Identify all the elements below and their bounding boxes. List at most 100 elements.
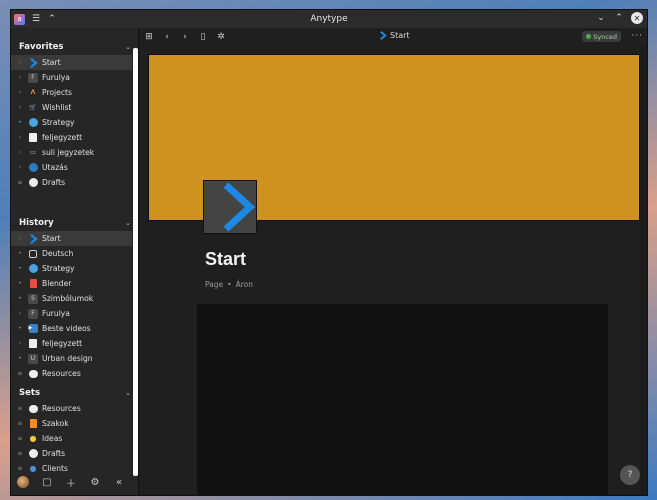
sidebar-item-start[interactable]: › Start — [11, 231, 132, 246]
filter-icon[interactable]: ≡ — [16, 450, 24, 457]
filter-icon[interactable]: ≡ — [16, 179, 24, 186]
page-icon[interactable] — [203, 180, 257, 234]
sidebar-item-szimbólumok[interactable]: • S Szimbólumok — [11, 291, 132, 306]
chevron-down-icon[interactable]: ⌄ — [125, 219, 131, 227]
filter-icon[interactable]: ≡ — [16, 420, 24, 427]
collapse-sidebar-icon[interactable]: « — [107, 477, 131, 488]
sidebar-item-deutsch[interactable]: • Deutsch — [11, 246, 132, 261]
sidebar-item-suli-jegyzetek[interactable]: › ▭ suli jegyzetek — [11, 145, 132, 160]
embed-block[interactable] — [197, 304, 608, 495]
sidebar-item-feljegyzett[interactable]: › feljegyzett — [11, 130, 132, 145]
status-label: Synced — [593, 32, 617, 41]
checkbox-icon — [28, 249, 38, 259]
close-icon[interactable]: ✕ — [631, 12, 643, 24]
dot-icon[interactable]: • — [16, 119, 24, 126]
chevron-right-icon[interactable]: › — [16, 235, 24, 242]
chat-icon — [28, 369, 38, 379]
filter-icon[interactable]: ≡ — [16, 370, 24, 377]
sidebar-item-furulya[interactable]: › F Furulya — [11, 70, 132, 85]
sidebar-item-drafts[interactable]: ≡ Drafts — [11, 175, 132, 190]
dot-icon[interactable]: • — [16, 265, 24, 272]
sidebar-item-beste-videos[interactable]: • ▶ Beste videos — [11, 321, 132, 336]
sidebar-item-drafts[interactable]: ≡ Drafts — [11, 446, 132, 461]
sidebar: Favorites ⌄ › Start › F Furulya › Λ Projects › 🛒 W… — [11, 28, 139, 495]
chevron-right-icon[interactable]: › — [16, 59, 24, 66]
cup-icon — [28, 279, 38, 289]
forward-arrow-icon[interactable]: › — [177, 32, 193, 42]
chevron-right-icon[interactable]: › — [16, 164, 24, 171]
filter-icon[interactable]: ≡ — [16, 435, 24, 442]
status-badge[interactable]: Synced — [582, 31, 621, 42]
minimize-chevron-icon[interactable]: ⌄ — [595, 12, 607, 24]
sidebar-item-resources[interactable]: ≡ Resources — [11, 366, 132, 381]
sidebar-item-label: Blender — [42, 279, 72, 288]
sidebar-item-label: suli jegyzetek — [42, 148, 95, 157]
sidebar-item-resources[interactable]: ≡ Resources — [11, 401, 132, 416]
favorites-header[interactable]: Favorites ⌄ — [19, 40, 131, 54]
history-header[interactable]: History ⌄ — [19, 216, 131, 230]
sidebar-item-label: Resources — [42, 369, 81, 378]
chevron-down-icon[interactable]: ⌄ — [125, 389, 131, 397]
graph-icon[interactable]: ✲ — [213, 32, 229, 42]
keep-above-icon[interactable]: ⌃ — [47, 14, 57, 24]
dot-icon[interactable]: • — [16, 325, 24, 332]
sidebar-item-urban-design[interactable]: • U Urban design — [11, 351, 132, 366]
page-author[interactable]: Áron — [236, 280, 253, 289]
sidebar-toggle-icon[interactable]: ▯ — [195, 32, 211, 42]
sidebar-item-strategy[interactable]: • Strategy — [11, 261, 132, 276]
breadcrumb[interactable]: Start — [379, 31, 410, 40]
dot-icon[interactable]: • — [16, 355, 24, 362]
letter-f-icon: F — [28, 72, 38, 83]
sidebar-item-label: Drafts — [42, 178, 66, 187]
chevron-down-icon[interactable]: ⌄ — [125, 43, 131, 51]
back-arrow-icon[interactable]: ‹ — [159, 32, 175, 42]
page-title[interactable]: Start — [205, 249, 246, 270]
chevron-right-icon[interactable]: › — [16, 149, 24, 156]
chevron-right-icon[interactable]: › — [16, 89, 24, 96]
sidebar-footer: ▢ ＋ ⚙ « — [11, 469, 139, 495]
help-button[interactable]: ? — [620, 465, 640, 485]
chevron-right-icon[interactable]: › — [16, 340, 24, 347]
sidebar-item-label: feljegyzett — [42, 133, 83, 142]
filter-icon[interactable]: ≡ — [16, 405, 24, 412]
sidebar-item-label: Urban design — [42, 354, 93, 363]
sidebar-item-blender[interactable]: • Blender — [11, 276, 132, 291]
dot-icon[interactable]: • — [16, 280, 24, 287]
main-scrollbar[interactable] — [640, 46, 647, 495]
meta-separator: • — [227, 280, 232, 289]
dot-icon[interactable]: • — [16, 295, 24, 302]
sidebar-item-label: Furulya — [42, 309, 70, 318]
chevron-right-icon[interactable]: › — [16, 134, 24, 141]
sets-label: Sets — [19, 388, 41, 398]
note-icon — [28, 339, 38, 349]
sidebar-item-utazás[interactable]: › Utazás — [11, 160, 132, 175]
bulb-icon: ● — [29, 434, 37, 443]
sidebar-item-wishlist[interactable]: › 🛒 Wishlist — [11, 100, 132, 115]
history-label: History — [19, 218, 54, 228]
dot-icon[interactable]: • — [16, 250, 24, 257]
sidebar-item-label: Start — [42, 58, 61, 67]
menu-icon[interactable]: ☰ — [31, 14, 41, 24]
chevron-right-icon[interactable]: › — [16, 74, 24, 81]
sidebar-item-szakok[interactable]: ≡ Szakok — [11, 416, 132, 431]
breadcrumb-label: Start — [390, 31, 410, 40]
sidebar-item-feljegyzett[interactable]: › feljegyzett — [11, 336, 132, 351]
sidebar-item-furulya[interactable]: › F Furulya — [11, 306, 132, 321]
book-orange-icon — [28, 419, 38, 429]
sidebar-item-start[interactable]: › Start — [11, 55, 132, 70]
maximize-chevron-icon[interactable]: ⌃ — [613, 12, 625, 24]
grid-icon[interactable]: ⊞ — [141, 32, 157, 42]
gear-icon[interactable]: ⚙ — [83, 477, 107, 488]
chevron-right-icon[interactable]: › — [16, 310, 24, 317]
square-icon[interactable]: ▢ — [35, 477, 59, 488]
chevron-right-icon[interactable]: › — [16, 104, 24, 111]
sidebar-item-strategy[interactable]: • Strategy — [11, 115, 132, 130]
avatar[interactable] — [17, 476, 29, 488]
sidebar-item-projects[interactable]: › Λ Projects — [11, 85, 132, 100]
sidebar-scrollbar[interactable] — [133, 48, 138, 476]
page-type[interactable]: Page — [205, 280, 223, 289]
plus-icon[interactable]: ＋ — [59, 475, 83, 490]
sidebar-item-ideas[interactable]: ≡ ● Ideas — [11, 431, 132, 446]
sets-header[interactable]: Sets ⌄ — [19, 386, 131, 400]
more-icon[interactable]: ··· — [631, 31, 643, 41]
